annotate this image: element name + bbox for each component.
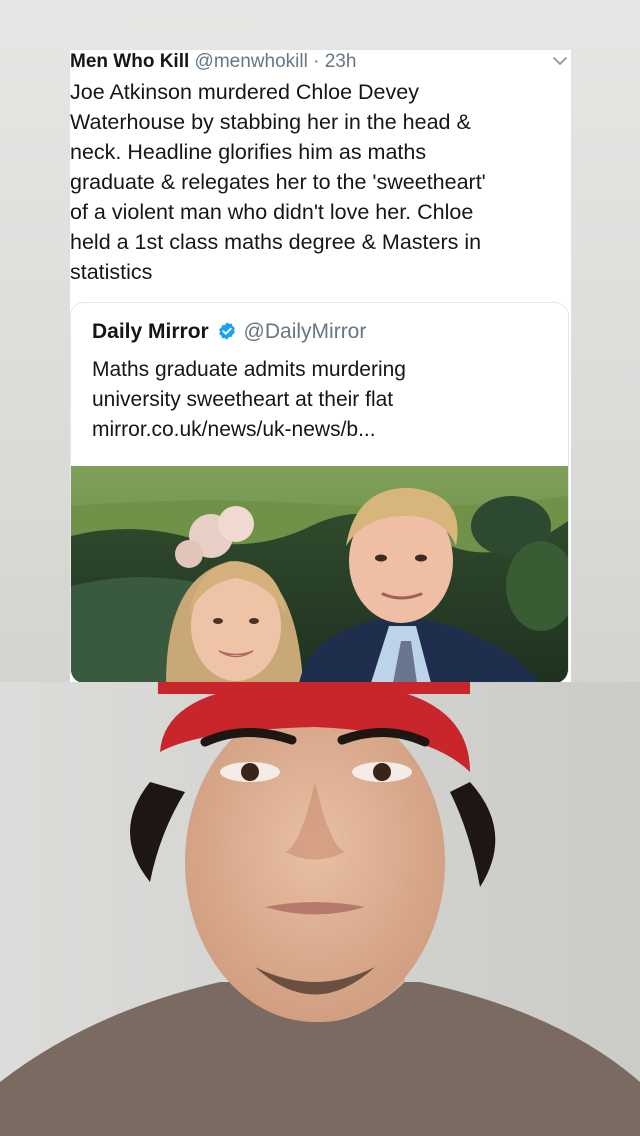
selfie-photo (0, 682, 640, 1136)
tweet-header: Men Who Kill @menwhokill · 23h (70, 50, 540, 74)
quoted-author-name: Daily Mirror (92, 320, 209, 343)
quoted-author-handle: @DailyMirror (243, 320, 367, 343)
tweet-author-name[interactable]: Men Who Kill (70, 51, 189, 72)
quoted-tweet-body: Maths graduate admits murdering universi… (92, 358, 406, 441)
news-photo[interactable] (71, 466, 568, 682)
tweet-author-meta: @menwhokill · 23h (189, 51, 357, 72)
quoted-tweet[interactable]: Daily Mirror @DailyMirror Maths graduate… (70, 302, 569, 682)
chevron-down-icon[interactable] (553, 56, 567, 66)
verified-badge-icon (218, 322, 235, 340)
tweet-body: Joe Atkinson murdered Chloe Devey Waterh… (70, 80, 486, 284)
quoted-tweet-header: Daily Mirror @DailyMirror (92, 317, 366, 347)
tweet-card: Men Who Kill @menwhokill · 23h Joe Atkin… (70, 50, 571, 682)
